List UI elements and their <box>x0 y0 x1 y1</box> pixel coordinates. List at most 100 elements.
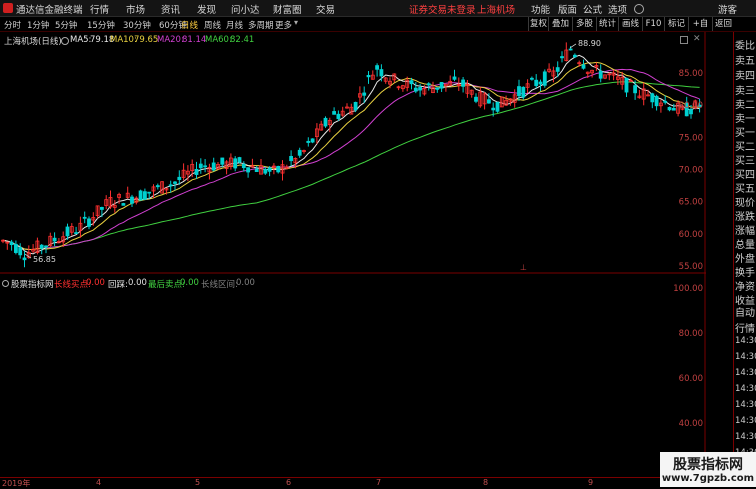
ma60-label: MA60: <box>205 35 232 45</box>
btn-f10[interactable]: F10 <box>642 17 664 31</box>
period-daily[interactable]: 日线 <box>181 19 198 31</box>
menu-faxian[interactable]: 发现 <box>197 2 216 16</box>
period-multi[interactable]: 多周期 <box>248 19 274 31</box>
ind-pullback-value: 0.00 <box>128 278 147 288</box>
candle-body <box>246 167 251 173</box>
quote-field-label: 现价 <box>735 198 755 209</box>
menu-hangqing[interactable]: 行情 <box>90 2 109 16</box>
period-more[interactable]: 更多 <box>275 19 292 31</box>
btn-zixuan[interactable]: +自选 <box>688 17 712 43</box>
quote-field-label: 14:30 <box>735 416 756 426</box>
period-weekly[interactable]: 周线 <box>204 19 221 31</box>
candle-body <box>22 257 27 261</box>
ma10-label: MA10: <box>110 35 137 45</box>
btn-tongji[interactable]: 统计 <box>596 17 618 31</box>
user-icon[interactable] <box>634 4 644 14</box>
candle-body <box>173 181 177 184</box>
watermark-title: 股票指标网 <box>673 457 743 473</box>
candle-body <box>52 237 57 242</box>
candle-body <box>598 70 603 79</box>
candle-body <box>194 168 199 175</box>
watermark-url: www.7gpzb.com <box>661 473 755 484</box>
window-close-icon[interactable]: ✕ <box>693 34 701 44</box>
menu-banmian[interactable]: 版面 <box>558 2 577 16</box>
chart-area[interactable]: 88.90 56.85 ⊥ 85.00 80.00 75.00 70.00 65.00 60.… <box>0 32 706 477</box>
candle-body <box>624 77 629 93</box>
indicator-name[interactable]: 股票指标网 <box>11 278 54 290</box>
candle-body <box>310 138 315 143</box>
candle-body <box>530 77 534 80</box>
ma20-label: MA20: <box>157 35 184 45</box>
candle-body <box>74 232 78 235</box>
quote-field-label: 14:30 <box>735 336 756 346</box>
date-label: 5 <box>195 478 201 487</box>
btn-fanhui[interactable]: 返回 <box>712 17 734 31</box>
ma20-value: 81.14 <box>182 35 207 45</box>
quote-field-label: 卖五 <box>735 56 755 67</box>
period-1min[interactable]: 1分钟 <box>27 19 49 31</box>
menu-xuanxiang[interactable]: 选项 <box>608 2 627 16</box>
btn-duogu[interactable]: 多股 <box>572 17 596 31</box>
indicator-collapse-icon[interactable] <box>2 280 9 287</box>
candle-body <box>233 158 238 169</box>
quote-field-label: 14:30 <box>735 384 756 394</box>
price-axis-label: 80.00 <box>679 101 703 111</box>
candle-body <box>276 165 281 173</box>
candle-body <box>671 107 676 111</box>
ma60-value: 82.41 <box>230 35 255 45</box>
candle-body <box>650 93 655 103</box>
candle-body <box>18 247 23 256</box>
candle-body <box>44 245 48 248</box>
menu-jiaoyi[interactable]: 交易 <box>316 2 335 16</box>
menu-youke[interactable]: 游客 <box>718 2 737 16</box>
kline-chart[interactable]: 88.90 56.85 ⊥ 85.00 80.00 75.00 70.00 65.00 60.… <box>0 32 706 477</box>
window-restore-icon[interactable] <box>680 36 688 44</box>
quote-field-label: 14:30 <box>735 400 756 410</box>
candle-body <box>521 86 526 98</box>
btn-fuquan[interactable]: 复权 <box>528 17 548 31</box>
price-axis-label: 85.00 <box>679 69 703 79</box>
quote-field-label: 卖一 <box>735 114 755 125</box>
menu-gongshi[interactable]: 公式 <box>583 2 602 16</box>
candle-body <box>534 79 539 86</box>
candle-body <box>495 101 500 112</box>
period-monthly[interactable]: 月线 <box>226 19 243 31</box>
candle-body <box>418 87 423 91</box>
candle-body <box>297 149 302 156</box>
period-30min[interactable]: 30分钟 <box>123 19 151 31</box>
quote-field-label: 行情 <box>735 324 755 335</box>
quote-panel: 委比 卖五 卖四 卖三 卖二 卖一 买一 买二 买三 买四 买五 现价 涨跌 涨幅 总量 外盘 换手 净资 收益 自动… <box>733 32 756 477</box>
candle-body <box>142 191 147 200</box>
candle-body <box>353 101 358 111</box>
btn-huaxian[interactable]: 画线 <box>618 17 642 31</box>
candle-body <box>241 163 246 169</box>
quote-field-label: 委比 <box>735 41 755 52</box>
quote-field-label: 14:30 <box>735 352 756 362</box>
candle-body <box>452 76 457 80</box>
indicator-axis-label: 80.00 <box>679 329 703 339</box>
quote-field-label: 自动 <box>735 308 755 319</box>
price-axis-label: 55.00 <box>679 262 703 272</box>
menu-gongneng[interactable]: 功能 <box>531 2 550 16</box>
menu-shichang[interactable]: 市场 <box>126 2 145 16</box>
collapse-icon[interactable] <box>61 37 69 45</box>
btn-diejia[interactable]: 叠加 <box>548 17 572 31</box>
date-label: 6 <box>286 478 292 487</box>
candle-body <box>486 99 491 104</box>
indicator-axis-label: 100.00 <box>673 284 703 294</box>
menu-wenxiaoda[interactable]: 问小达 <box>231 2 260 16</box>
period-15min[interactable]: 15分钟 <box>87 19 115 31</box>
login-notice[interactable]: 证券交易未登录 <box>409 2 476 16</box>
quote-field-label: 买二 <box>735 142 755 153</box>
candle-body <box>177 176 182 181</box>
menu-caifuquan[interactable]: 财富圈 <box>273 2 302 16</box>
btn-biaoji[interactable]: 标记 <box>664 17 688 31</box>
period-5min[interactable]: 5分钟 <box>55 19 77 31</box>
current-stock: 上海机场 <box>477 5 516 16</box>
chevron-down-icon[interactable]: ▾ <box>294 18 298 27</box>
quote-field-label: 买一 <box>735 128 755 139</box>
menu-zixun[interactable]: 资讯 <box>161 2 180 16</box>
period-fenshi[interactable]: 分时 <box>4 19 21 31</box>
candle-body <box>542 71 547 86</box>
quote-field-label: 买四 <box>735 170 755 181</box>
